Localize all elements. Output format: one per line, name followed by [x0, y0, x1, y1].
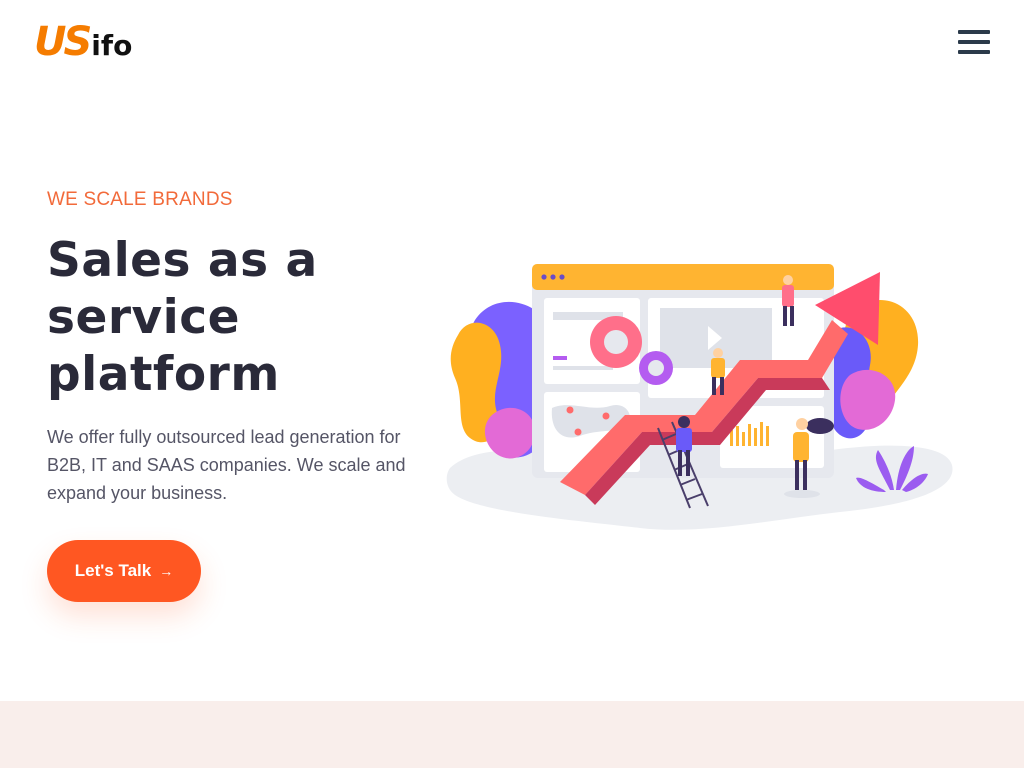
- gear-icon: [639, 351, 673, 385]
- hero-eyebrow: WE SCALE BRANDS: [47, 189, 233, 210]
- lets-talk-button[interactable]: Let's Talk →: [47, 540, 201, 602]
- cta-label: Let's Talk: [74, 561, 152, 580]
- menu-bar: [958, 30, 990, 34]
- headline-line: service: [47, 290, 241, 345]
- site-header: US ifo: [0, 0, 1024, 84]
- headline-line: Sales as a: [47, 233, 318, 288]
- map-pin: [566, 406, 574, 414]
- map-pin: [574, 428, 582, 436]
- menu-bar: [958, 50, 990, 54]
- site-logo[interactable]: US ifo: [34, 20, 132, 62]
- hero-section: WE SCALE BRANDS Sales as a service platf…: [47, 186, 427, 507]
- logo-us-mark: US: [34, 19, 92, 65]
- hero-illustration: [446, 264, 953, 530]
- logo-wordmark: ifo: [91, 29, 133, 62]
- hero-headline: Sales as a service platform: [47, 232, 427, 403]
- window-dot: [550, 274, 556, 280]
- hero-description: We offer fully outsourced lead generatio…: [47, 427, 406, 503]
- arrow-right-icon: →: [159, 563, 174, 579]
- window-dot: [541, 274, 547, 280]
- left-blob-pink: [484, 407, 535, 459]
- hamburger-menu-icon[interactable]: [958, 28, 990, 56]
- gear-icon: [590, 316, 642, 368]
- map-pin: [602, 412, 610, 420]
- panel-line: [553, 356, 567, 360]
- menu-bar: [958, 40, 990, 44]
- right-blob-pink: [840, 369, 896, 430]
- next-section-band: [0, 701, 1024, 768]
- panel-line: [553, 366, 613, 370]
- window-dot: [559, 274, 565, 280]
- headline-line: platform: [47, 347, 280, 402]
